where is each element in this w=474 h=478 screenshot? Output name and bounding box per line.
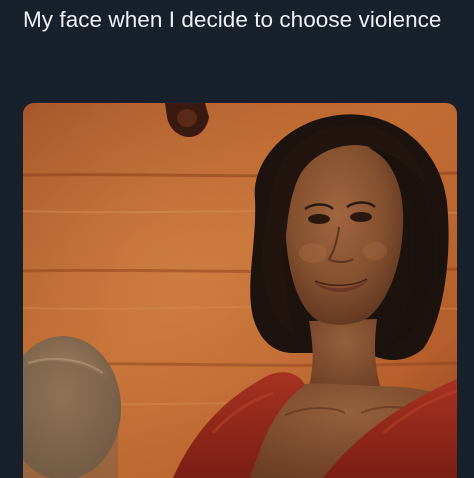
post-caption: My face when I decide to choose violence [23,7,442,32]
woman-smiling-photo [23,103,457,478]
tweet-post: My face when I decide to choose violence [0,0,474,478]
post-image[interactable] [23,103,457,478]
